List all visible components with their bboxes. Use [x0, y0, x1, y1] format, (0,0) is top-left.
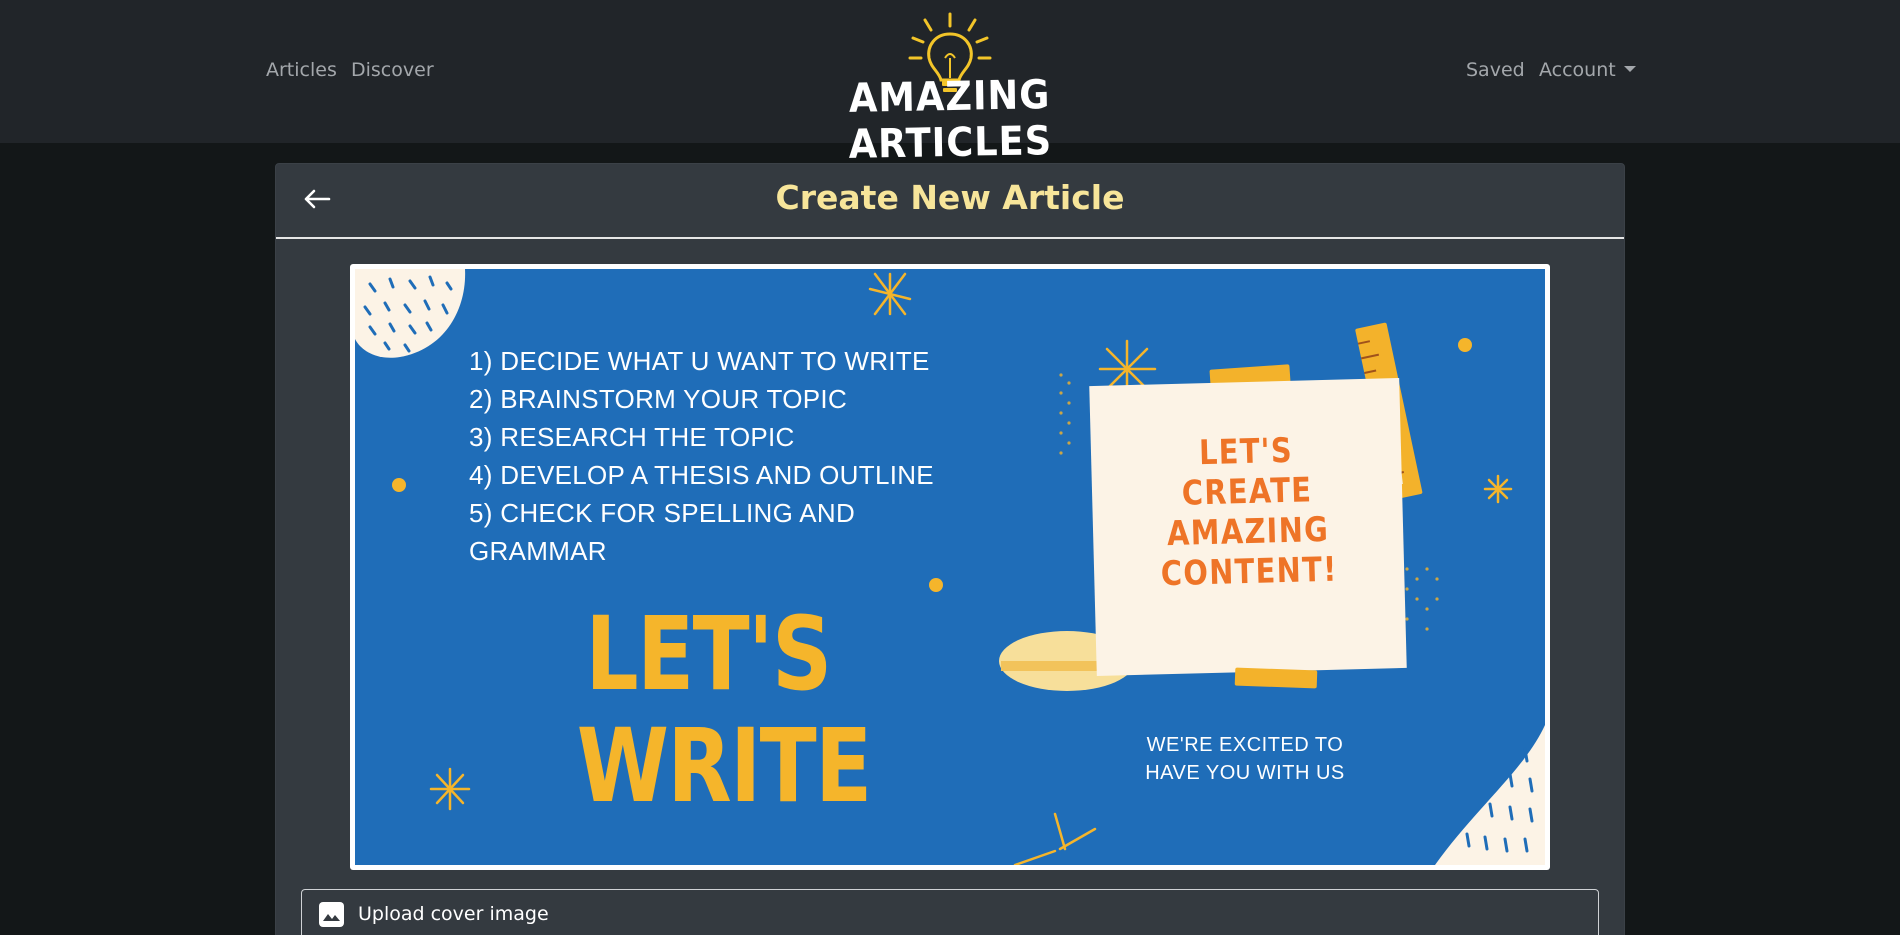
upload-cover-image-button[interactable]: Upload cover image [301, 889, 1599, 935]
note-line: CREATE [1181, 470, 1313, 514]
welcome-line: HAVE YOU WITH US [1145, 762, 1345, 784]
brand-logo[interactable]: AMAZING ARTICLES [765, 8, 1135, 168]
nav-link-discover[interactable]: Discover [351, 58, 434, 82]
nav-link-articles[interactable]: Articles [266, 58, 337, 82]
step-item: GRAMMAR [469, 536, 607, 566]
nav-link-saved[interactable]: Saved [1466, 58, 1525, 82]
page-title: Create New Article [775, 178, 1125, 217]
navbar: Articles Discover AMAZING ARTICLES Saved… [0, 0, 1900, 168]
account-dropdown[interactable]: Account [1539, 58, 1636, 82]
writing-steps-list: 1) DECIDE WHAT U WANT TO WRITE 2) BRAINS… [469, 342, 934, 570]
note-line: AMAZING [1166, 509, 1330, 555]
image-icon [319, 902, 344, 927]
welcome-text: WE'RE EXCITED TO HAVE YOU WITH US [1115, 731, 1375, 787]
headline-line: WRITE [576, 707, 872, 826]
headline-line: LET'S [585, 595, 832, 714]
upload-cover-image-label: Upload cover image [358, 903, 549, 925]
welcome-line: WE'RE EXCITED TO [1146, 734, 1344, 756]
step-item: 1) DECIDE WHAT U WANT TO WRITE [469, 346, 930, 376]
step-item: 2) BRAINSTORM YOUR TOPIC [469, 384, 848, 414]
step-item: 5) CHECK FOR SPELLING AND [469, 498, 856, 528]
account-label: Account [1539, 59, 1616, 81]
cover-image-preview: 1) DECIDE WHAT U WANT TO WRITE 2) BRAINS… [350, 264, 1550, 870]
caret-down-icon [1623, 65, 1636, 72]
step-item: 3) RESEARCH THE TOPIC [469, 422, 795, 452]
sticky-note: LET'S CREATE AMAZING CONTENT! [1089, 377, 1407, 677]
brand-text: AMAZING ARTICLES [848, 72, 1053, 168]
headline: LET'S WRITE [576, 595, 872, 826]
note-line: CONTENT! [1160, 549, 1339, 595]
note-line: LET'S [1198, 430, 1294, 474]
cover-image: 1) DECIDE WHAT U WANT TO WRITE 2) BRAINS… [355, 269, 1545, 865]
create-article-card: Create New Article 1) DECIDE WHAT U WANT… [275, 163, 1625, 935]
step-item: 4) DEVELOP A THESIS AND OUTLINE [469, 460, 934, 490]
card-header: Create New Article [276, 164, 1624, 239]
tape-bottom [1234, 667, 1318, 689]
